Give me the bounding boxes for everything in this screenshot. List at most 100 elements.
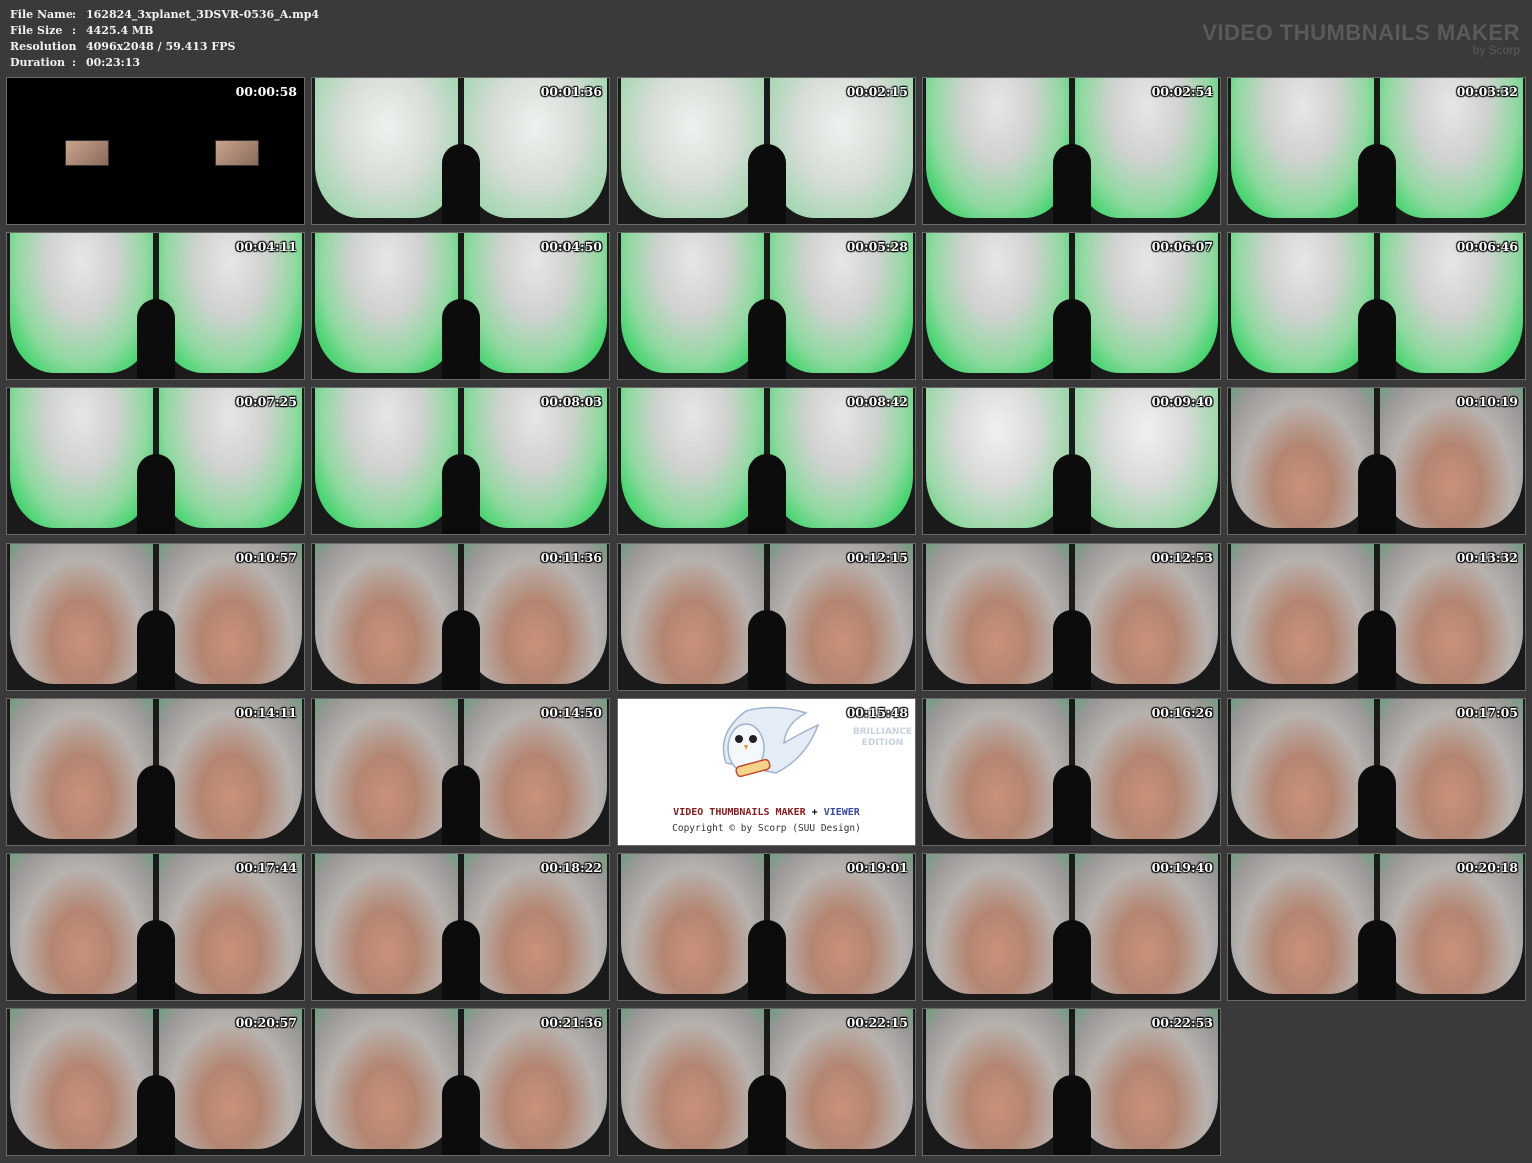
frame-preview — [65, 140, 109, 166]
vr-frame-image — [10, 233, 153, 373]
right-eye-frame — [461, 388, 609, 534]
right-eye-frame — [156, 388, 304, 534]
thumbnail-tile[interactable]: BRILLIANCE EDITION VIDEO THUMBNAILS MAKER… — [617, 698, 916, 846]
right-eye-frame — [767, 544, 915, 690]
frame-divider — [748, 299, 786, 379]
right-eye-frame — [1377, 388, 1525, 534]
thumbnail-tile[interactable]: 00:17:05 — [1227, 698, 1526, 846]
vr-frame-image — [10, 544, 153, 684]
vr-frame-image — [10, 699, 153, 839]
thumbnail-tile[interactable]: 00:05:28 — [617, 232, 916, 380]
frame-divider — [748, 1075, 786, 1155]
frame-divider — [137, 610, 175, 690]
left-eye-frame — [312, 233, 461, 379]
thumbnail-tile[interactable]: 00:07:25 — [6, 387, 305, 535]
vr-frame-image — [621, 233, 764, 373]
thumbnail-tile[interactable]: 00:02:54 — [922, 77, 1221, 225]
thumbnail-tile[interactable]: 00:17:44 — [6, 853, 305, 1001]
right-eye-frame — [461, 78, 609, 224]
left-eye-frame — [618, 1009, 767, 1155]
thumbnail-tile[interactable]: 00:09:40 — [922, 387, 1221, 535]
vr-frame-image — [1075, 544, 1218, 684]
thumbnail-tile[interactable]: 00:03:32 — [1227, 77, 1526, 225]
thumbnail-tile[interactable]: 00:06:07 — [922, 232, 1221, 380]
timestamp-label: 00:20:57 — [235, 1015, 297, 1030]
frame-divider — [748, 454, 786, 534]
frame-divider — [1053, 920, 1091, 1000]
thumbnail-tile[interactable]: 00:18:22 — [311, 853, 610, 1001]
left-eye-frame — [923, 854, 1072, 1000]
thumbnail-tile[interactable]: 00:04:50 — [311, 232, 610, 380]
thumbnail-tile[interactable]: 00:08:03 — [311, 387, 610, 535]
vr-frame-image — [159, 1009, 302, 1149]
thumbnail-tile[interactable]: 00:19:40 — [922, 853, 1221, 1001]
timestamp-label: 00:00:58 — [235, 84, 297, 99]
thumbnail-tile[interactable]: 00:22:53 — [922, 1008, 1221, 1156]
frame-divider — [1358, 920, 1396, 1000]
vr-frame-image — [770, 854, 913, 994]
vr-frame-image — [464, 388, 607, 528]
timestamp-label: 00:16:26 — [1151, 705, 1213, 720]
owl-logo-icon — [722, 706, 820, 778]
thumbnail-tile[interactable]: 00:14:50 — [311, 698, 610, 846]
thumbnail-tile[interactable]: 00:21:36 — [311, 1008, 610, 1156]
thumbnail-tile[interactable]: 00:02:15 — [617, 77, 916, 225]
right-eye-frame — [156, 544, 304, 690]
thumbnail-tile[interactable]: 00:04:11 — [6, 232, 305, 380]
frame-divider — [748, 610, 786, 690]
frame-divider — [137, 765, 175, 845]
vr-frame-image — [159, 854, 302, 994]
vr-frame-image — [926, 233, 1069, 373]
product-name-plus: + — [805, 807, 824, 818]
right-eye-frame — [461, 233, 609, 379]
vr-frame-image — [770, 233, 913, 373]
frame-divider — [1053, 610, 1091, 690]
vr-frame-image — [1380, 233, 1523, 373]
frame-divider — [442, 144, 480, 224]
frame-divider — [137, 1075, 175, 1155]
thumbnail-tile[interactable]: 00:10:19 — [1227, 387, 1526, 535]
vr-frame-image — [1231, 233, 1374, 373]
vr-frame-image — [926, 854, 1069, 994]
thumbnail-tile[interactable]: 00:16:26 — [922, 698, 1221, 846]
vr-frame-image — [10, 1009, 153, 1149]
frame-divider — [1053, 144, 1091, 224]
frame-divider — [137, 454, 175, 534]
thumbnail-tile[interactable]: 00:22:15 — [617, 1008, 916, 1156]
thumbnail-tile[interactable]: 00:00:58 — [6, 77, 305, 225]
thumbnail-tile[interactable]: 00:06:46 — [1227, 232, 1526, 380]
timestamp-label: 00:19:01 — [846, 860, 908, 875]
frame-preview — [215, 140, 259, 166]
left-eye-frame — [7, 1009, 156, 1155]
left-eye-frame — [618, 854, 767, 1000]
right-eye-frame — [1072, 233, 1220, 379]
thumbnail-tile[interactable]: 00:19:01 — [617, 853, 916, 1001]
frame-divider — [1358, 765, 1396, 845]
edition-label: BRILLIANCE EDITION — [852, 727, 913, 748]
thumbnail-tile[interactable]: 00:01:36 — [311, 77, 610, 225]
thumbnail-tile[interactable]: 00:14:11 — [6, 698, 305, 846]
thumbnail-tile[interactable]: 00:10:57 — [6, 543, 305, 691]
timestamp-label: 00:04:50 — [540, 239, 602, 254]
right-eye-frame — [1072, 699, 1220, 845]
left-eye-frame — [618, 388, 767, 534]
timestamp-label: 00:14:50 — [540, 705, 602, 720]
left-eye-frame — [312, 388, 461, 534]
thumbnail-tile[interactable]: 00:08:42 — [617, 387, 916, 535]
vr-frame-image — [926, 699, 1069, 839]
thumbnail-tile[interactable]: 00:11:36 — [311, 543, 610, 691]
timestamp-label: 00:04:11 — [235, 239, 297, 254]
vr-frame-image — [464, 233, 607, 373]
timestamp-label: 00:06:46 — [1456, 239, 1518, 254]
timestamp-label: 00:10:19 — [1456, 394, 1518, 409]
thumbnail-tile[interactable]: 00:20:18 — [1227, 853, 1526, 1001]
thumbnail-tile[interactable]: 00:12:15 — [617, 543, 916, 691]
vr-frame-image — [10, 854, 153, 994]
vr-frame-image — [159, 699, 302, 839]
thumbnail-tile[interactable]: 00:20:57 — [6, 1008, 305, 1156]
thumbnail-tile[interactable]: 00:12:53 — [922, 543, 1221, 691]
thumbnail-tile[interactable]: 00:13:32 — [1227, 543, 1526, 691]
right-eye-frame — [1072, 1009, 1220, 1155]
vr-frame-image — [926, 1009, 1069, 1149]
vr-frame-image — [621, 544, 764, 684]
